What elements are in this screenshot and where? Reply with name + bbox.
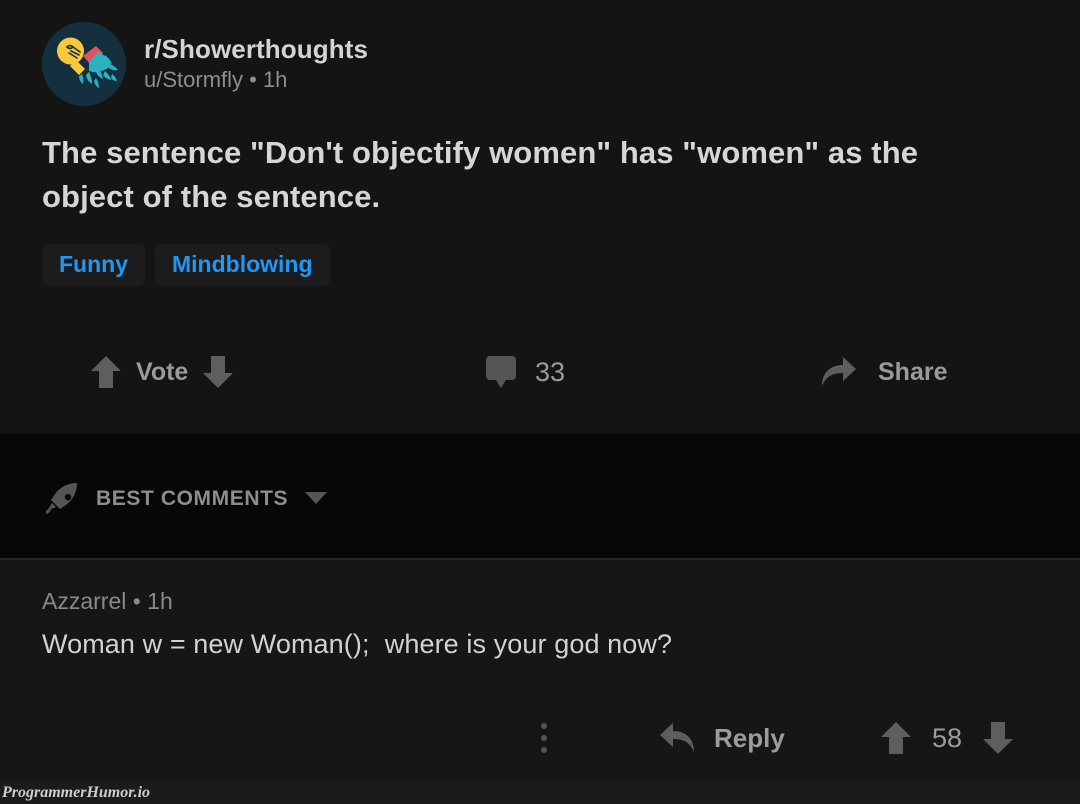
comment-reply-label: Reply	[714, 723, 785, 753]
best-comments-bar[interactable]: BEST COMMENTS	[0, 434, 1080, 560]
post-tag-funny[interactable]: Funny	[42, 244, 145, 287]
best-comments-sort-dropdown[interactable]	[304, 491, 328, 505]
upvote-arrow-icon	[881, 722, 911, 754]
comment-more-options-button[interactable]	[540, 710, 548, 766]
best-comments-inner: BEST COMMENTS	[44, 480, 328, 516]
watermark-text: ProgrammerHumor.io	[2, 784, 151, 801]
post-share-group[interactable]: Share	[820, 345, 947, 399]
post-vote-group: Vote	[90, 345, 234, 399]
comment-text: Woman w = new Woman(); where is your god…	[42, 629, 673, 659]
comment-reply-button[interactable]	[658, 721, 696, 755]
comment-vote-count: 58	[932, 722, 963, 753]
comment-container: Azzarrel • 1h Woman w = new Woman(); whe…	[0, 560, 1080, 804]
post-share-label: Share	[878, 357, 948, 386]
downvote-arrow-icon	[983, 722, 1014, 754]
comment-downvote-button[interactable]	[982, 720, 1014, 756]
watermark-bar: ProgrammerHumor.io	[0, 782, 1080, 804]
post-title: The sentence "Don't objectify women" has…	[42, 135, 919, 215]
comment-upvote-button[interactable]	[880, 720, 912, 756]
comment-reply-group[interactable]: Reply	[658, 710, 785, 766]
reply-arrow-icon	[660, 723, 694, 752]
post-tag-row: Funny Mindblowing	[42, 244, 330, 287]
post-share-button[interactable]	[820, 355, 858, 389]
post-tag-mindblowing[interactable]: Mindblowing	[155, 244, 330, 287]
reddit-post-screenshot: r/Showerthoughts u/Stormfly • 1h The sen…	[0, 0, 1080, 804]
comment-vote-group: 58	[880, 710, 1014, 766]
comment-action-bar: Reply 58	[0, 710, 1080, 766]
subreddit-name[interactable]: r/Showerthoughts	[144, 34, 368, 65]
upvote-arrow-icon	[91, 356, 121, 388]
post-comment-group[interactable]: 33	[485, 345, 565, 399]
rocket-icon	[45, 483, 77, 514]
chevron-down-icon	[305, 492, 328, 504]
post-container: r/Showerthoughts u/Stormfly • 1h The sen…	[0, 0, 1080, 434]
post-vote-label: Vote	[136, 357, 189, 386]
post-comment-button[interactable]	[485, 355, 517, 389]
downvote-arrow-icon	[203, 356, 234, 388]
post-upvote-button[interactable]	[90, 354, 122, 390]
post-header: r/Showerthoughts u/Stormfly • 1h	[42, 22, 368, 106]
post-header-text: r/Showerthoughts u/Stormfly • 1h	[144, 34, 368, 93]
subreddit-avatar[interactable]	[42, 22, 126, 106]
post-author-and-time: u/Stormfly • 1h	[144, 66, 288, 92]
kebab-menu-icon	[541, 723, 547, 753]
comment-author-and-time: Azzarrel • 1h	[42, 588, 173, 614]
post-comment-count: 33	[535, 356, 566, 387]
share-arrow-icon	[822, 357, 856, 386]
comment-bubble-icon	[486, 356, 516, 388]
post-action-bar: Vote 33 Share	[0, 345, 1080, 399]
post-downvote-button[interactable]	[202, 354, 234, 390]
best-comments-label: BEST COMMENTS	[96, 486, 289, 510]
showerthoughts-lightbulb-shower-icon	[42, 22, 126, 106]
rocket-icon-wrap	[44, 480, 80, 516]
